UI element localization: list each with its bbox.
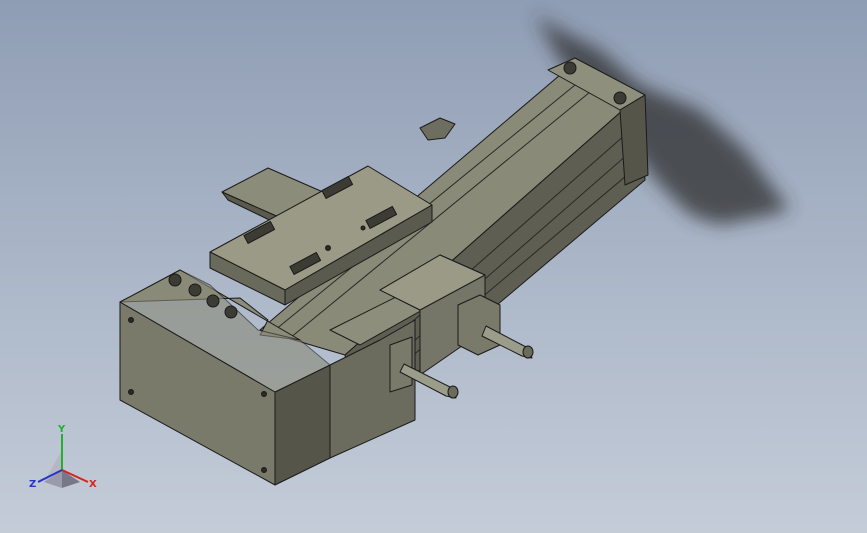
end-cap-side xyxy=(619,94,649,186)
flange-plate xyxy=(389,336,413,393)
carriage-pin xyxy=(325,245,331,251)
motor-hole xyxy=(206,294,220,308)
shaft-end xyxy=(522,345,534,359)
screw xyxy=(261,391,267,397)
motor-hole xyxy=(168,273,182,287)
motor-hole xyxy=(224,305,238,319)
end-cap-hole xyxy=(563,61,577,75)
rail-clamp xyxy=(419,117,456,141)
motor-hole xyxy=(188,283,202,297)
screw xyxy=(128,389,134,395)
y-axis-label: Y xyxy=(57,424,66,435)
cad-graphics-viewport[interactable]: Y X Z xyxy=(0,0,867,533)
flange-plate xyxy=(457,294,501,356)
x-axis-label: X xyxy=(89,479,97,490)
3d-model-view[interactable]: Y X Z xyxy=(0,0,867,533)
screw xyxy=(261,467,267,473)
orientation-triad[interactable]: Y X Z xyxy=(29,424,97,490)
carriage-pin xyxy=(360,225,366,231)
triad-base-right xyxy=(62,470,80,488)
shaft-end xyxy=(447,385,459,399)
linear-actuator-model[interactable] xyxy=(119,57,649,486)
screw xyxy=(128,317,134,323)
z-axis-label: Z xyxy=(29,479,36,490)
end-cap-hole xyxy=(613,91,627,105)
